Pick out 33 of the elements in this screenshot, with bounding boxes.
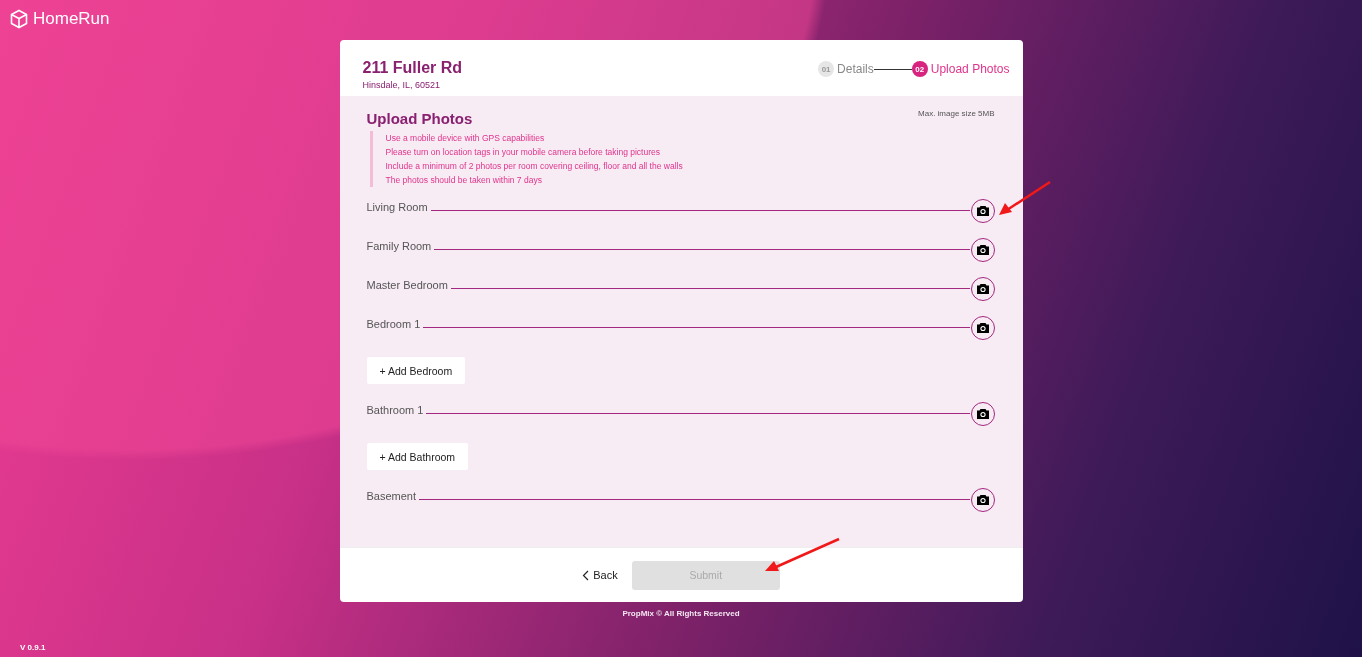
chevron-left-icon (582, 569, 590, 581)
instruction-line: Please turn on location tags in your mobile camera before taking pictures (385, 146, 661, 159)
room-label: Basement (366, 489, 417, 502)
step-number: 01 (818, 61, 835, 77)
annotation-arrow (997, 180, 1053, 218)
copyright-text: PropMix © All Rights Reserved (621, 609, 741, 618)
camera-icon (975, 407, 990, 420)
room-label: Master Bedroom (366, 278, 448, 291)
instruction-line: Include a minimum of 2 photos per room covering ceiling, floor and all the walls (385, 160, 684, 173)
step-number: 02 (911, 61, 928, 77)
room-label: Bathroom 1 (366, 403, 424, 416)
room-label: Family Room (366, 239, 432, 252)
instruction-line: The photos should be taken within 7 days (385, 174, 543, 187)
property-address: 211 Fuller Rd (362, 58, 463, 77)
add-room-button[interactable]: + Add Bathroom (366, 443, 469, 470)
max-size-note: Max. image size 5MB (918, 109, 995, 118)
section-title: Upload Photos (366, 110, 473, 127)
camera-icon (975, 204, 990, 217)
back-button[interactable]: Back (582, 569, 618, 581)
camera-icon (975, 493, 990, 506)
add-room-button[interactable]: + Add Bedroom (366, 357, 466, 384)
step-label[interactable]: 01 Details (818, 61, 874, 77)
room-label: Bedroom 1 (366, 317, 421, 330)
cube-logo-icon (9, 9, 29, 29)
instruction-line: Use a mobile device with GPS capabilities (385, 132, 546, 145)
camera-icon (975, 243, 990, 256)
brand-name: HomeRun (33, 9, 110, 29)
property-city: Hinsdale, IL, 60521 (362, 80, 442, 90)
camera-icon (975, 321, 990, 334)
version-text: V 0.9.1 (20, 643, 46, 652)
step-label[interactable]: 02 Upload Photos (911, 61, 1010, 77)
camera-icon (975, 282, 990, 295)
room-label: Living Room (366, 200, 428, 213)
